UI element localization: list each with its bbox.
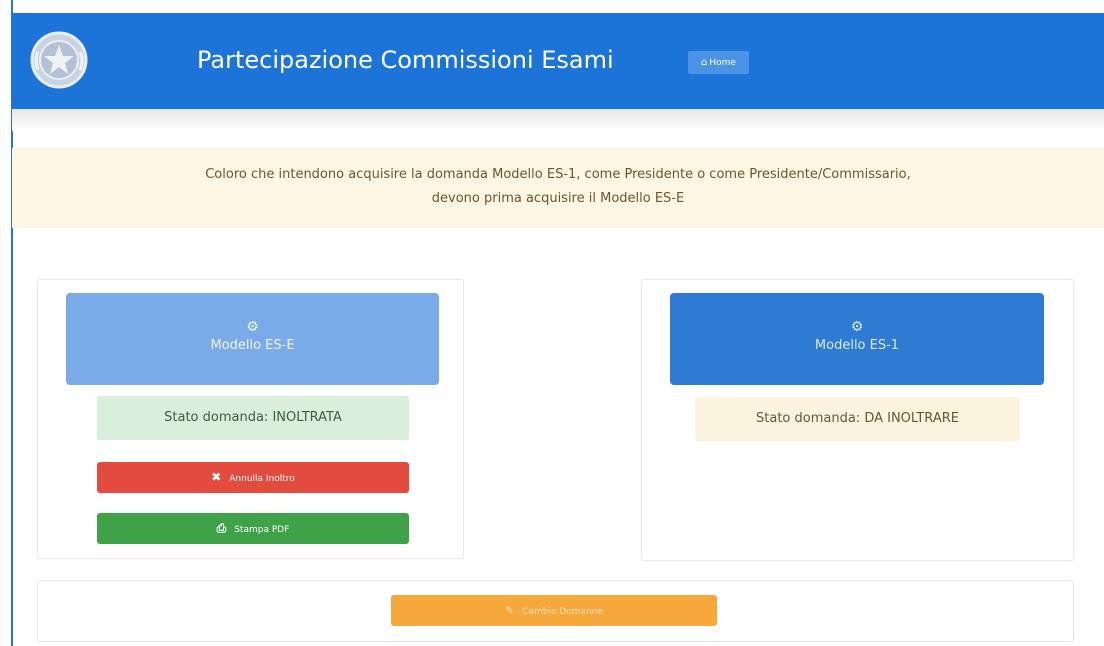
cambio-domande-label: Cambio Domanne	[522, 607, 604, 617]
document-icon: ✎	[504, 604, 515, 617]
home-button[interactable]: ⌂ Home	[688, 51, 749, 74]
status-badge-es-1: Stato domanda: DA INOLTRARE	[695, 397, 1020, 441]
modello-es-1-label: Modello ES-1	[814, 338, 900, 353]
info-notice: Coloro che intendono acquisire la domand…	[12, 148, 1104, 228]
annulla-inoltro-button[interactable]: ✖ Annulla Inoltro	[97, 462, 409, 493]
notice-line-2: devono prima acquisire il Modello ES-E	[431, 191, 685, 206]
notice-line-1: Coloro che intendono acquisire la domand…	[205, 167, 911, 182]
gears-icon: ⚙	[850, 319, 864, 335]
header-shadow	[12, 109, 1104, 131]
modello-es-e-button[interactable]: ⚙ Modello ES-E	[66, 293, 439, 385]
page-title: Partecipazione Commissioni Esami	[197, 46, 614, 74]
stampa-pdf-button[interactable]: ⎙ Stampa PDF	[97, 513, 409, 544]
annulla-inoltro-label: Annulla Inoltro	[229, 474, 295, 484]
emblem-logo	[30, 31, 88, 89]
modello-es-1-button[interactable]: ⚙ Modello ES-1	[670, 293, 1044, 385]
status-badge-es-e: Stato domanda: INOLTRATA	[97, 396, 409, 440]
home-icon: ⌂	[701, 57, 708, 68]
close-icon: ✖	[211, 470, 222, 484]
header-bar: Partecipazione Commissioni Esami ⌂ Home	[12, 13, 1104, 109]
gears-icon: ⚙	[246, 319, 259, 335]
stampa-pdf-label: Stampa PDF	[234, 525, 290, 535]
home-button-label: Home	[709, 58, 736, 68]
cambio-domande-button[interactable]: ✎ Cambio Domanne	[391, 595, 717, 626]
modello-es-e-label: Modello ES-E	[210, 338, 295, 353]
print-icon: ⎙	[216, 521, 227, 535]
